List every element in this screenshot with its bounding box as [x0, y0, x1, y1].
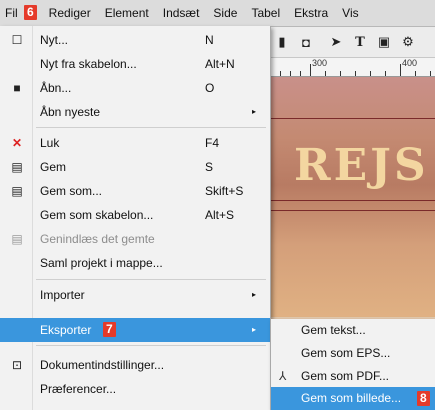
menu-tabel[interactable]: Tabel: [247, 0, 284, 26]
menu-item-nyt-fra-skabelon[interactable]: Nyt fra skabelon... Alt+N: [0, 52, 270, 76]
menu-rediger[interactable]: Rediger: [45, 0, 95, 26]
guide-line: [270, 210, 435, 211]
submenu-item-gem-eps[interactable]: Gem som EPS...: [271, 342, 435, 365]
document-toolbar: ▮ ◘ ➤ T ▣ ⚙: [270, 27, 435, 58]
folder-icon: ■: [13, 81, 21, 95]
menu-item-gem-som[interactable]: ▤ Gem som... Skift+S: [0, 179, 270, 203]
close-icon: ✕: [11, 136, 23, 150]
text-tool-icon[interactable]: T: [348, 35, 372, 50]
menu-item-nyt[interactable]: ☐ Nyt... N: [0, 28, 270, 52]
menu-separator: [36, 279, 266, 280]
ruler-label-400: 400: [402, 58, 418, 68]
menu-separator: [36, 345, 266, 346]
document-title-text: REJS: [294, 140, 429, 191]
settings-icon[interactable]: ⚙: [396, 34, 420, 50]
menu-item-aabn[interactable]: ■ Åbn... O: [0, 76, 270, 100]
ruler-label-300: 300: [312, 58, 328, 68]
horizontal-ruler: 300 400: [270, 58, 435, 77]
step-badge-7: 7: [103, 322, 116, 337]
frame-icon[interactable]: ◘: [294, 35, 318, 50]
menu-item-gem-som-skabelon[interactable]: Gem som skabelon... Alt+S: [0, 203, 270, 227]
new-icon[interactable]: ▮: [270, 34, 294, 50]
menu-item-aabn-nyeste[interactable]: Åbn nyeste ▸: [0, 100, 270, 124]
guide-line: [270, 200, 435, 201]
save-icon: ▤: [11, 160, 23, 174]
menu-item-praeferencer[interactable]: Præferencer...: [0, 377, 270, 401]
menu-item-importer[interactable]: Importer ▸: [0, 283, 270, 307]
step-badge-6: 6: [24, 5, 37, 20]
menubar: Fil Rediger Element Indsæt Side Tabel Ek…: [0, 0, 435, 27]
menu-side[interactable]: Side: [209, 0, 241, 26]
menu-fil[interactable]: Fil: [2, 0, 21, 26]
file-menu: ☐ Nyt... N Nyt fra skabelon... Alt+N ■ Å…: [0, 26, 271, 410]
cursor-icon[interactable]: ➤: [324, 34, 348, 50]
image-tool-icon[interactable]: ▣: [372, 34, 396, 50]
step-badge-8: 8: [417, 391, 430, 406]
menu-item-eksporter[interactable]: Eksporter 7 ▸: [0, 318, 270, 342]
menu-indsaet[interactable]: Indsæt: [159, 0, 204, 26]
blank-page-icon: ☐: [11, 33, 23, 47]
menu-ekstra[interactable]: Ekstra: [290, 0, 332, 26]
submenu-item-gem-pdf[interactable]: ⅄ Gem som PDF...: [271, 365, 435, 388]
menu-item-saml-projekt[interactable]: Saml projekt i mappe...: [0, 251, 270, 275]
guide-line: [270, 118, 435, 119]
menu-item-genindlaes: ▤ Genindlæs det gemte: [0, 227, 270, 251]
document-settings-icon: ⊡: [11, 358, 23, 372]
menu-separator: [36, 127, 266, 128]
menu-element[interactable]: Element: [101, 0, 153, 26]
submenu-arrow-icon: ▸: [252, 325, 257, 334]
revert-icon: ▤: [11, 232, 23, 246]
menu-item-gem[interactable]: ▤ Gem S: [0, 155, 270, 179]
submenu-arrow-icon: ▸: [252, 107, 257, 116]
menu-item-dokumentindstillinger[interactable]: ⊡ Dokumentindstillinger...: [0, 353, 270, 377]
submenu-arrow-icon: ▸: [252, 290, 257, 299]
menu-vis[interactable]: Vis: [338, 0, 362, 26]
document-canvas[interactable]: [270, 77, 435, 317]
menu-item-luk[interactable]: ✕ Luk F4: [0, 131, 270, 155]
save-as-icon: ▤: [11, 184, 23, 198]
submenu-item-gem-billede[interactable]: Gem som billede... 8: [271, 387, 435, 410]
export-submenu: Gem tekst... Gem som EPS... ⅄ Gem som PD…: [270, 319, 435, 410]
submenu-item-gem-tekst[interactable]: Gem tekst...: [271, 319, 435, 342]
pdf-icon: ⅄: [279, 369, 287, 383]
